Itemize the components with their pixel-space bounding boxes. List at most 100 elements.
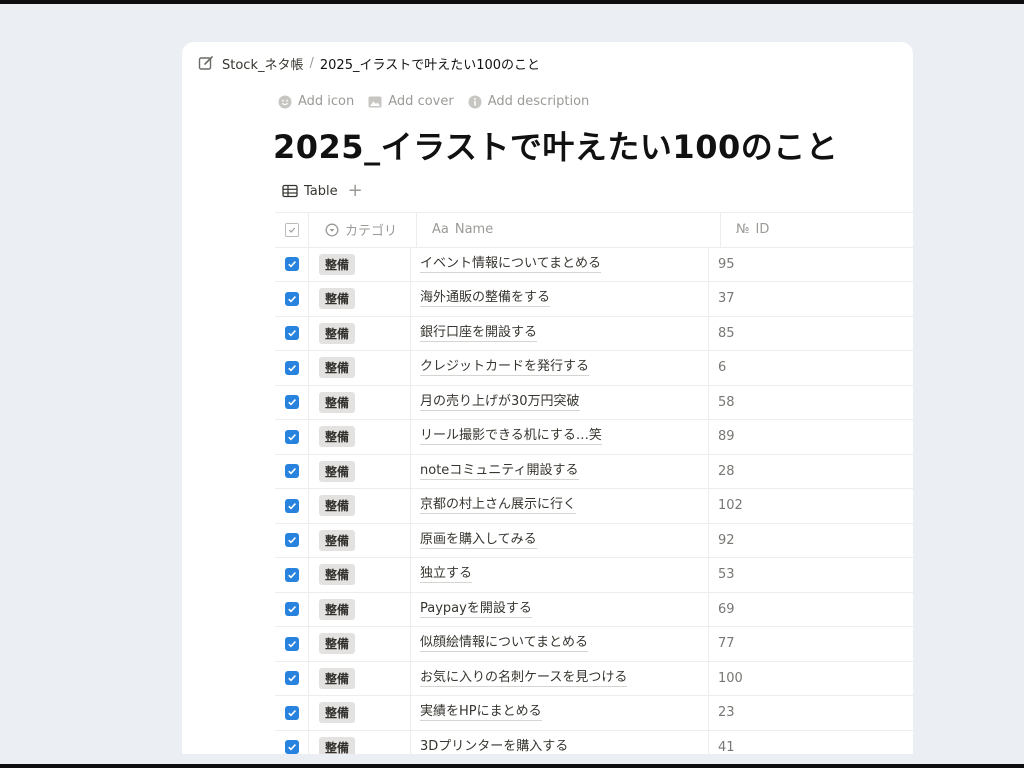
check-icon	[287, 295, 296, 303]
checkbox-checked[interactable]	[284, 429, 299, 444]
name-cell[interactable]: イベント情報についてまとめる	[411, 247, 709, 281]
name-cell[interactable]: 京都の村上さん展示に行く	[411, 489, 709, 523]
category-cell[interactable]: 整備	[309, 523, 411, 557]
checkbox-checked[interactable]	[284, 360, 299, 375]
header-category-column[interactable]: カテゴリ	[315, 213, 417, 247]
table-row[interactable]: 整備 実績をHPにまとめる 23	[275, 696, 913, 731]
name-cell[interactable]: 3Dプリンターを購入する	[411, 730, 709, 754]
row-name: Paypayを開設する	[420, 600, 532, 618]
category-cell[interactable]: 整備	[309, 420, 411, 454]
category-tag: 整備	[319, 288, 356, 310]
breadcrumb-parent[interactable]: Stock_ネタ帳	[222, 54, 303, 73]
name-cell[interactable]: noteコミュニティ開設する	[411, 454, 709, 488]
category-cell[interactable]: 整備	[309, 454, 411, 488]
category-cell[interactable]: 整備	[309, 661, 411, 695]
name-cell[interactable]: 銀行口座を開設する	[411, 316, 709, 350]
table-body: 整備 イベント情報についてまとめる 95 整備 海外通販の整備をする 37 整備 銀行口座を開…	[275, 247, 913, 754]
category-cell[interactable]: 整備	[309, 627, 411, 661]
page-title[interactable]: 2025_イラストで叶えたい100のこと	[273, 122, 838, 168]
checkbox-checked[interactable]	[284, 291, 299, 306]
header-name-column[interactable]: Aa Name	[423, 213, 721, 247]
name-cell[interactable]: 似顔絵情報についてまとめる	[411, 627, 709, 661]
name-cell[interactable]: クレジットカードを発行する	[411, 351, 709, 385]
checkbox-checked[interactable]	[284, 636, 299, 651]
checkbox-property-icon	[284, 222, 299, 237]
id-cell[interactable]: 53	[709, 558, 913, 592]
table-row[interactable]: 整備 月の売り上げが30万円突破 58	[275, 385, 913, 420]
category-cell[interactable]: 整備	[309, 316, 411, 350]
table-row[interactable]: 整備 3Dプリンターを購入する 41	[275, 730, 913, 754]
id-cell[interactable]: 23	[709, 696, 913, 730]
category-cell[interactable]: 整備	[309, 282, 411, 316]
id-cell[interactable]: 100	[709, 662, 913, 696]
id-cell[interactable]: 69	[709, 593, 913, 627]
table-row[interactable]: 整備 原画を購入してみる 92	[275, 523, 913, 558]
name-cell[interactable]: 原画を購入してみる	[411, 523, 709, 557]
breadcrumb-separator: /	[309, 55, 314, 71]
table-row[interactable]: 整備 リール撮影できる机にする…笑 89	[275, 420, 913, 455]
id-cell[interactable]: 6	[709, 351, 913, 385]
id-cell[interactable]: 92	[709, 524, 913, 558]
checkbox-checked[interactable]	[284, 602, 299, 617]
table-row[interactable]: 整備 noteコミュニティ開設する 28	[275, 454, 913, 489]
id-cell[interactable]: 28	[709, 455, 913, 489]
table-row[interactable]: 整備 イベント情報についてまとめる 95	[275, 247, 913, 282]
checkbox-checked[interactable]	[284, 326, 299, 341]
table-row[interactable]: 整備 京都の村上さん展示に行く 102	[275, 489, 913, 524]
id-cell[interactable]: 85	[709, 317, 913, 351]
row-checkbox-cell	[275, 696, 309, 730]
add-cover-button[interactable]: Add cover	[368, 94, 454, 109]
table-row[interactable]: 整備 海外通販の整備をする 37	[275, 282, 913, 317]
id-cell[interactable]: 95	[709, 248, 913, 282]
checkbox-checked[interactable]	[284, 257, 299, 272]
checkbox-checked[interactable]	[284, 705, 299, 720]
row-checkbox-cell	[275, 385, 309, 419]
table-row[interactable]: 整備 銀行口座を開設する 85	[275, 316, 913, 351]
id-cell[interactable]: 89	[709, 420, 913, 454]
checkbox-checked[interactable]	[284, 533, 299, 548]
id-cell[interactable]: 102	[709, 489, 913, 523]
category-cell[interactable]: 整備	[309, 489, 411, 523]
breadcrumb-current[interactable]: 2025_イラストで叶えたい100のこと	[320, 54, 540, 73]
id-cell[interactable]: 58	[709, 386, 913, 420]
add-icon-button[interactable]: Add icon	[278, 94, 354, 109]
table-row[interactable]: 整備 似顔絵情報についてまとめる 77	[275, 627, 913, 662]
table-row[interactable]: 整備 Paypayを開設する 69	[275, 592, 913, 627]
row-checkbox-cell	[275, 523, 309, 557]
checkbox-checked[interactable]	[284, 740, 299, 754]
category-tag: 整備	[319, 736, 356, 754]
category-cell[interactable]: 整備	[309, 351, 411, 385]
row-checkbox-cell	[275, 489, 309, 523]
add-description-button[interactable]: Add description	[468, 94, 589, 109]
category-cell[interactable]: 整備	[309, 592, 411, 626]
category-cell[interactable]: 整備	[309, 696, 411, 730]
name-cell[interactable]: 月の売り上げが30万円突破	[411, 385, 709, 419]
id-cell[interactable]: 41	[709, 731, 913, 754]
category-tag: 整備	[319, 702, 356, 724]
category-tag: 整備	[319, 322, 356, 344]
id-cell[interactable]: 37	[709, 282, 913, 316]
add-view-button[interactable]: +	[348, 182, 363, 200]
tab-table[interactable]: Table	[282, 184, 338, 199]
checkbox-checked[interactable]	[284, 395, 299, 410]
name-cell[interactable]: 実績をHPにまとめる	[411, 696, 709, 730]
category-cell[interactable]: 整備	[309, 558, 411, 592]
name-cell[interactable]: 独立する	[411, 558, 709, 592]
category-cell[interactable]: 整備	[309, 385, 411, 419]
name-cell[interactable]: 海外通販の整備をする	[411, 282, 709, 316]
checkbox-checked[interactable]	[284, 464, 299, 479]
checkbox-checked[interactable]	[284, 671, 299, 686]
header-checkbox-column[interactable]	[275, 213, 309, 247]
category-cell[interactable]: 整備	[309, 247, 411, 281]
name-cell[interactable]: Paypayを開設する	[411, 592, 709, 626]
table-row[interactable]: 整備 クレジットカードを発行する 6	[275, 351, 913, 386]
table-row[interactable]: 整備 お気に入りの名刺ケースを見つける 100	[275, 661, 913, 696]
checkbox-checked[interactable]	[284, 498, 299, 513]
header-id-column[interactable]: № ID	[727, 213, 913, 247]
category-cell[interactable]: 整備	[309, 730, 411, 754]
name-cell[interactable]: お気に入りの名刺ケースを見つける	[411, 661, 709, 695]
name-cell[interactable]: リール撮影できる机にする…笑	[411, 420, 709, 454]
id-cell[interactable]: 77	[709, 627, 913, 661]
table-row[interactable]: 整備 独立する 53	[275, 558, 913, 593]
checkbox-checked[interactable]	[284, 567, 299, 582]
